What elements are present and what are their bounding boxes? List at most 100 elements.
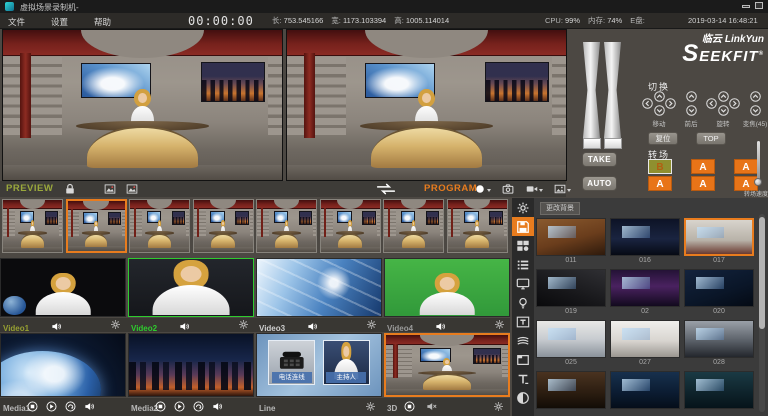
scene-thumbnail[interactable] [684, 320, 754, 358]
angle-thumbnail-2[interactable] [66, 199, 127, 253]
scene-thumbnail[interactable] [610, 371, 680, 409]
auto-button[interactable]: AUTO [582, 176, 617, 191]
angle-thumbnail-1[interactable] [2, 199, 63, 253]
scene-thumbnail[interactable] [536, 371, 606, 409]
gear-icon[interactable] [493, 401, 504, 412]
play-icon[interactable] [46, 401, 57, 412]
swap-icon[interactable] [376, 183, 396, 195]
pad-arrow-rt-icon[interactable] [665, 98, 676, 109]
stop-icon[interactable] [27, 401, 38, 412]
scene-item-017[interactable]: 017 [684, 218, 754, 266]
snapshot-icon[interactable] [104, 183, 116, 195]
camera-icon[interactable] [502, 183, 514, 195]
threed-output-cell[interactable] [384, 333, 510, 397]
transition-button-4[interactable]: A [691, 176, 715, 191]
speaker-icon[interactable] [307, 321, 318, 332]
speaker-icon[interactable] [84, 401, 95, 412]
tool-frame-button[interactable] [512, 350, 534, 369]
pad-arrow-rt-icon[interactable] [729, 98, 740, 109]
angle-thumbnail-5[interactable] [256, 199, 317, 253]
minimize-button[interactable] [742, 5, 750, 8]
gear-icon[interactable] [238, 319, 249, 330]
tbar-right-handle[interactable] [604, 138, 622, 149]
scene-thumbnail[interactable] [610, 218, 680, 256]
scene-scrollbar-thumb[interactable] [759, 217, 765, 329]
camcorder-icon[interactable] [526, 183, 538, 195]
play-icon[interactable] [174, 401, 185, 412]
angle-thumbnail-6[interactable] [320, 199, 381, 253]
scene-thumbnail[interactable] [684, 218, 754, 256]
scene-scrollbar[interactable] [759, 214, 765, 412]
speaker-icon[interactable] [51, 321, 62, 332]
tool-caption-button[interactable] [512, 312, 534, 331]
tbar-right-bar[interactable] [604, 42, 621, 138]
scene-item-016[interactable]: 016 [610, 218, 680, 266]
gear-icon[interactable] [366, 319, 377, 330]
program-monitor[interactable] [286, 29, 567, 181]
tbar-left-handle[interactable] [583, 138, 601, 149]
gear-icon[interactable] [494, 319, 505, 330]
tool-playlist-button[interactable] [512, 255, 534, 274]
line-option-0[interactable]: 电话连线 [268, 340, 315, 386]
pad-arrow-up-icon[interactable] [654, 91, 665, 102]
gear-icon[interactable] [110, 319, 121, 330]
stop-icon[interactable] [155, 401, 166, 412]
pad-arrow-up-icon[interactable] [750, 91, 761, 102]
scene-item-027[interactable]: 027 [610, 320, 680, 368]
tool-save-button[interactable] [512, 217, 534, 236]
menu-item-2[interactable]: 帮助 [94, 14, 111, 30]
transition-speed-knob[interactable] [754, 178, 762, 186]
close-button[interactable] [755, 2, 763, 9]
tool-text-button[interactable] [512, 369, 534, 388]
speaker-icon[interactable] [435, 321, 446, 332]
gear-icon[interactable] [365, 401, 376, 412]
line-cell[interactable]: 电话连线主持人 [256, 333, 382, 397]
tool-multiview-button[interactable] [512, 236, 534, 255]
scene-item-row4-9[interactable] [536, 371, 606, 416]
scene-item-011[interactable]: 011 [536, 218, 606, 266]
menu-item-0[interactable]: 文件 [8, 14, 25, 30]
record-icon[interactable] [474, 183, 486, 195]
pad-arrow-down-icon[interactable] [750, 105, 761, 116]
transition-button-3[interactable]: A [648, 176, 672, 191]
scene-thumbnail[interactable] [536, 320, 606, 358]
pad-arrow-down-icon[interactable] [686, 105, 697, 116]
video-cell-Video3[interactable] [256, 258, 382, 317]
scene-item-020[interactable]: 020 [684, 269, 754, 317]
pad-arrow-down-icon[interactable] [654, 105, 665, 116]
top-button[interactable]: TOP [696, 132, 726, 145]
tbar-left-bar[interactable] [583, 42, 600, 138]
scene-item-row4-10[interactable] [610, 371, 680, 416]
change-background-button[interactable]: 更改背景 [540, 202, 580, 215]
angle-thumbnail-8[interactable] [447, 199, 508, 253]
tool-monitor-button[interactable] [512, 274, 534, 293]
transition-button-2[interactable]: A [734, 159, 758, 174]
pad-arrow-down-icon[interactable] [718, 105, 729, 116]
picture-caret-icon[interactable] [567, 189, 571, 192]
tool-theme-button[interactable] [512, 388, 534, 407]
media-cell-Media2[interactable] [128, 333, 254, 397]
scene-thumbnail[interactable] [536, 218, 606, 256]
scene-item-row4-11[interactable] [684, 371, 754, 416]
video-cell-Video2[interactable] [128, 258, 254, 317]
pad-arrow-lt-icon[interactable] [642, 98, 653, 109]
reset-button[interactable]: 复位 [648, 132, 678, 145]
speaker-icon[interactable] [212, 401, 223, 412]
lock-icon[interactable] [64, 183, 76, 195]
scene-thumbnail[interactable] [536, 269, 606, 307]
loop-icon[interactable] [193, 401, 204, 412]
speaker-icon[interactable] [179, 321, 190, 332]
scene-thumbnail[interactable] [684, 371, 754, 409]
scene-item-02[interactable]: 02 [610, 269, 680, 317]
transition-button-0[interactable]: B [648, 159, 672, 174]
transition-button-1[interactable]: A [691, 159, 715, 174]
scene-thumbnail[interactable] [610, 269, 680, 307]
pad-arrow-lt-icon[interactable] [706, 98, 717, 109]
menu-item-1[interactable]: 设置 [51, 14, 68, 30]
stop-icon[interactable] [404, 401, 415, 412]
speaker-muted-icon[interactable] [426, 401, 437, 412]
angle-thumbnail-4[interactable] [193, 199, 254, 253]
take-button[interactable]: TAKE [582, 152, 617, 167]
snapshot-icon[interactable] [126, 183, 138, 195]
line-option-1[interactable]: 主持人 [323, 340, 370, 386]
